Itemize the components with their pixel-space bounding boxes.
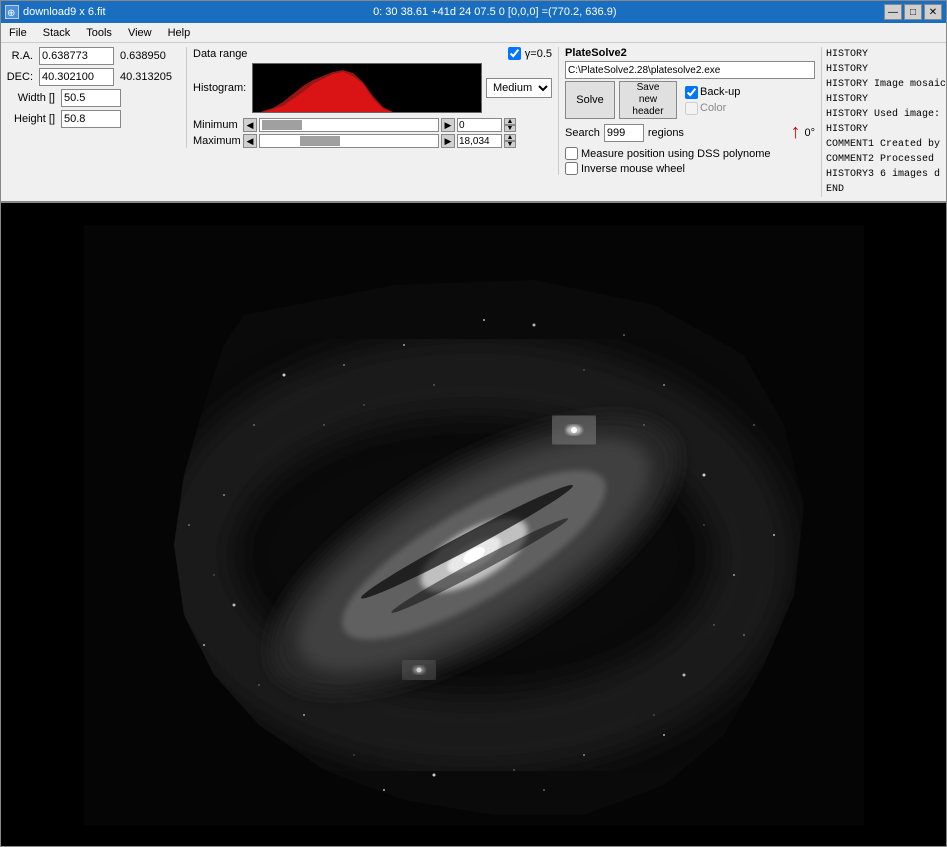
inverse-wheel-row: Inverse mouse wheel [565,162,815,175]
minimum-right-btn[interactable]: ▶ [441,118,455,132]
degree-label: 0° [804,127,815,139]
minimum-spin: ▲ ▼ [504,118,516,132]
measure-dss-label: Measure position using DSS polynome [581,148,771,160]
maximum-thumb [300,136,340,146]
dec-row: DEC: 40.313205 [5,68,180,86]
minimum-spin-up[interactable]: ▲ [504,118,516,125]
fits-line-3: HISTORY [826,92,946,107]
height-row: Height [] [5,110,180,128]
gamma-label: γ=0.5 [525,48,552,60]
stretch-select[interactable]: Medium Soft Hard None [486,78,552,98]
coordinate-controls: R.A. 0.638950 DEC: 40.313205 Width [] He… [5,47,180,128]
dec-input[interactable] [39,68,114,86]
svg-text:⊕: ⊕ [7,8,15,18]
fits-line-1: HISTORY [826,62,946,77]
inverse-wheel-label: Inverse mouse wheel [581,163,685,175]
north-arrow-icon: ↑ [790,121,800,144]
fits-line-9: END [826,182,946,197]
histogram-row: Histogram: Medium Soft Hard None [193,63,552,113]
gamma-checkbox[interactable] [508,47,521,60]
minimum-row: Minimum ◀ ▶ ▲ ▼ [193,118,552,132]
title-info: 0: 30 38.61 +41d 24 07.5 0 [0,0,0] =(770… [106,6,884,18]
main-window: ⊕ download9 x 6.fit 0: 30 38.61 +41d 24 … [0,0,947,847]
minimum-track[interactable] [259,118,439,132]
color-label: Color [700,102,726,114]
fits-line-5: HISTORY [826,122,946,137]
platesolve-section: PlateSolve2 Solve Save new header Back-u… [558,47,815,175]
close-button[interactable]: ✕ [924,4,942,20]
save-header-button[interactable]: Save new header [619,81,677,119]
image-area[interactable] [1,203,946,846]
height-input[interactable] [61,110,121,128]
histogram-controls: Data range γ=0.5 Histogram: [186,47,552,148]
ra-label: R.A. [5,50,33,62]
fits-header-panel: HISTORY HISTORY HISTORY Image mosaic HIS… [821,47,946,197]
color-checkbox-row: Color [685,102,740,115]
minimum-value[interactable] [457,118,502,132]
color-checkbox[interactable] [685,102,698,115]
ra-readonly: 0.638950 [120,50,180,62]
regions-label: regions [648,127,684,139]
fits-line-8: HISTORY3 6 images d [826,167,946,182]
search-label: Search [565,127,600,139]
ra-input[interactable] [39,47,114,65]
galaxy-image [84,225,864,825]
backup-label: Back-up [700,86,740,98]
solve-button[interactable]: Solve [565,81,615,119]
maximum-spin-up[interactable]: ▲ [504,134,516,141]
window-title: download9 x 6.fit [23,6,106,18]
maximum-spin-down[interactable]: ▼ [504,141,516,148]
platesolve-path[interactable] [565,61,815,79]
maximize-button[interactable]: □ [904,4,922,20]
maximum-left-btn[interactable]: ◀ [243,134,257,148]
fits-line-4: HISTORY Used image: [826,107,946,122]
menu-view[interactable]: View [120,25,160,41]
minimize-button[interactable]: — [884,4,902,20]
menu-bar: File Stack Tools View Help [1,23,946,43]
ps-solve-row: Solve Save new header Back-up Color [565,81,815,119]
maximum-right-btn[interactable]: ▶ [441,134,455,148]
backup-checkbox-row: Back-up [685,86,740,99]
measure-dss-checkbox[interactable] [565,147,578,160]
maximum-spin: ▲ ▼ [504,134,516,148]
dec-label: DEC: [5,71,33,83]
title-bar: ⊕ download9 x 6.fit 0: 30 38.61 +41d 24 … [1,1,946,23]
minimum-label: Minimum [193,119,241,131]
platesolve-title: PlateSolve2 [565,47,815,59]
ps-search-row: Search regions ↑ 0° [565,121,815,144]
menu-tools[interactable]: Tools [78,25,120,41]
minimum-thumb [262,120,302,130]
width-input[interactable] [61,89,121,107]
minimum-spin-down[interactable]: ▼ [504,125,516,132]
fits-line-2: HISTORY Image mosaic [826,77,946,92]
histogram-canvas [252,63,482,113]
width-row: Width [] [5,89,180,107]
dec-readonly: 40.313205 [120,71,180,83]
search-input[interactable] [604,124,644,142]
menu-file[interactable]: File [1,25,35,41]
backup-checkbox[interactable] [685,86,698,99]
fits-line-6: COMMENT1 Created by [826,137,946,152]
maximum-label: Maximum [193,135,241,147]
maximum-value[interactable] [457,134,502,148]
minimum-left-btn[interactable]: ◀ [243,118,257,132]
fits-line-0: HISTORY [826,47,946,62]
min-max-section: Minimum ◀ ▶ ▲ ▼ Maximum [193,118,552,148]
width-label: Width [] [5,92,55,104]
inverse-wheel-checkbox[interactable] [565,162,578,175]
title-bar-controls: — □ ✕ [884,4,942,20]
height-label: Height [] [5,113,55,125]
menu-help[interactable]: Help [160,25,199,41]
maximum-row: Maximum ◀ ▶ ▲ ▼ [193,134,552,148]
maximum-track[interactable] [259,134,439,148]
measure-dss-row: Measure position using DSS polynome [565,147,815,160]
menu-stack[interactable]: Stack [35,25,79,41]
histogram-label: Histogram: [193,82,248,94]
data-range-label: Data range [193,48,247,60]
ra-row: R.A. 0.638950 [5,47,180,65]
data-range-row: Data range γ=0.5 [193,47,552,60]
fits-line-7: COMMENT2 Processed [826,152,946,167]
controls-bar: R.A. 0.638950 DEC: 40.313205 Width [] He… [1,43,946,203]
app-icon: ⊕ [5,5,19,19]
